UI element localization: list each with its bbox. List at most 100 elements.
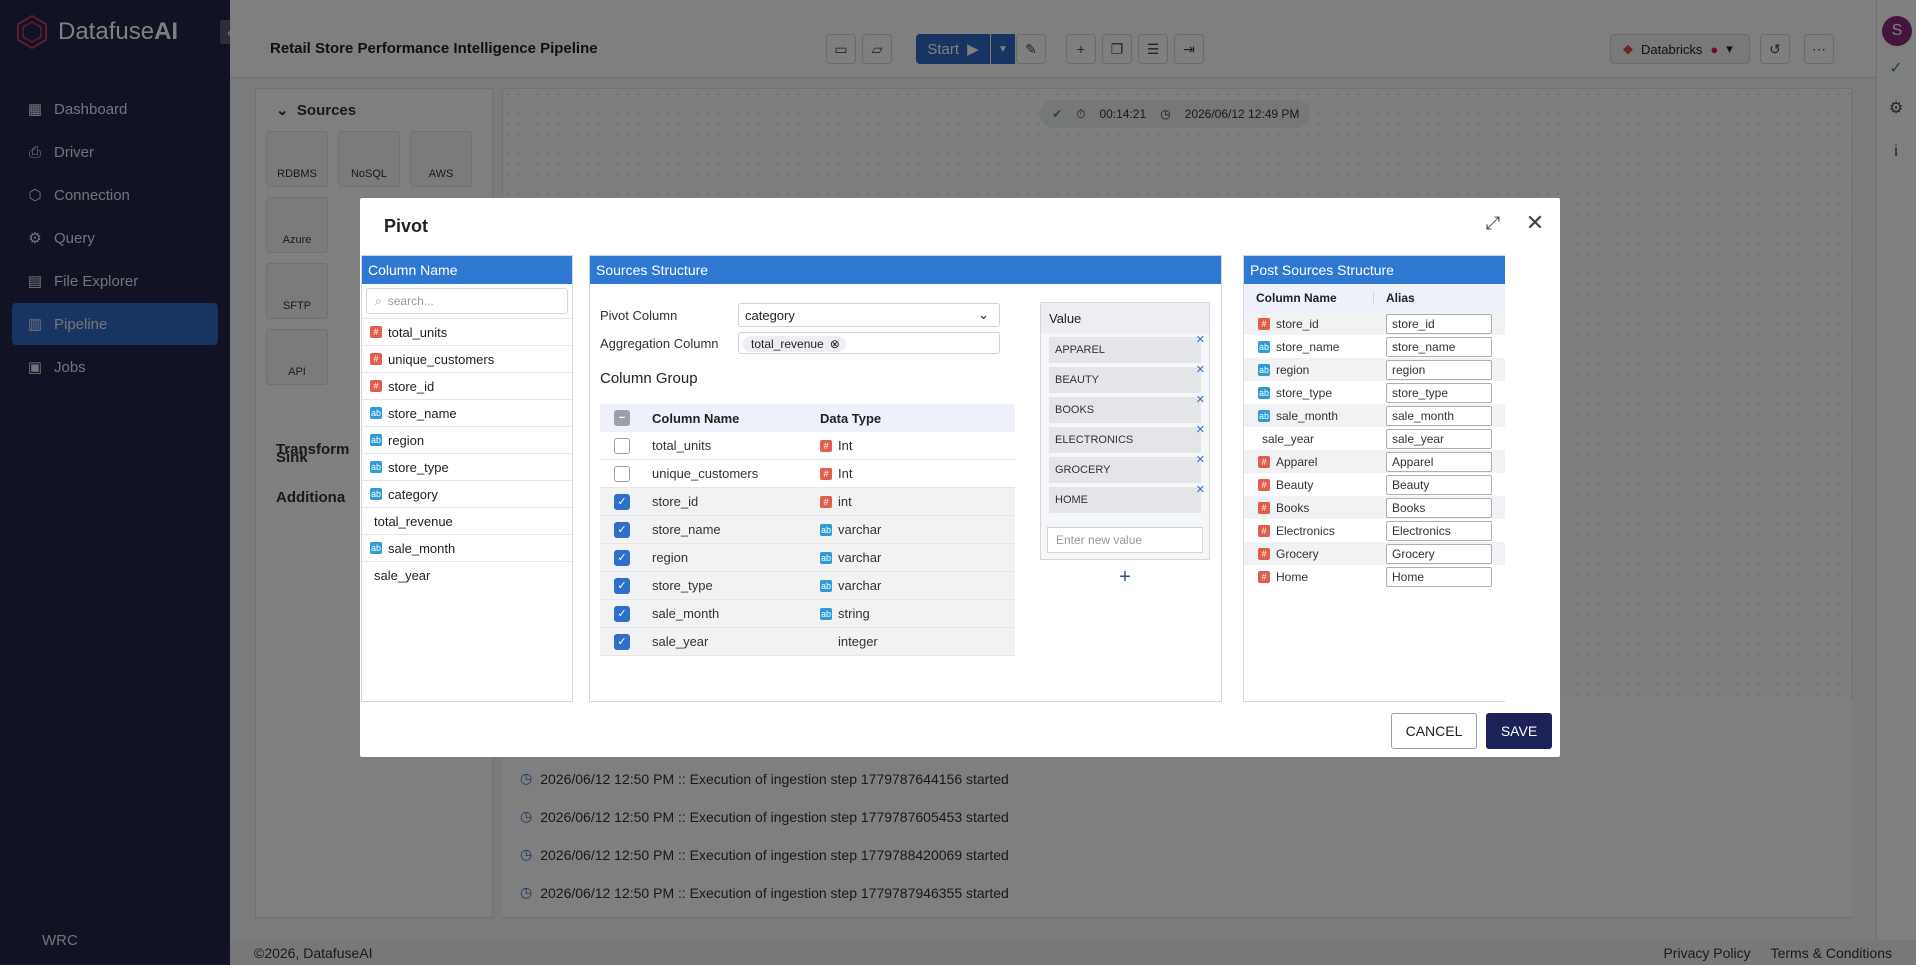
post-column-name: Apparel [1276,454,1318,469]
alias-input[interactable]: Electronics [1386,520,1492,541]
row-checkbox[interactable]: ✓ [614,521,630,538]
pivot-modal: Pivot ⤢ ✕ Column Name ⌕ search... # total_… [360,198,1560,757]
alias-input[interactable]: sale_month [1386,405,1492,426]
column-list-panel: Column Name ⌕ search... # total_units # uniq… [361,255,573,702]
column-name: total_units [388,324,448,340]
checkbox-cell: ✓ [600,493,644,510]
row-checkbox[interactable]: ✓ [614,549,630,566]
alias-input[interactable]: sale_year [1386,428,1492,449]
close-icon[interactable]: ✕ [1524,210,1546,235]
search-input[interactable]: ⌕ search... [366,288,568,314]
string-type-icon: ab [820,579,832,592]
row-checkbox[interactable] [614,437,630,454]
aggregation-chip: total_revenue ⊗ [743,336,846,352]
column-list-item[interactable]: ab category [362,480,572,507]
alias-input[interactable]: Beauty [1386,474,1492,495]
column-name-cell: sale_month [652,606,720,621]
checkbox-cell: ✓ [600,633,644,650]
column-list-item[interactable]: ab store_name [362,399,572,426]
sources-structure-panel: Sources Structure Pivot Column category ⌄… [589,255,1222,702]
aggregation-column-select[interactable]: total_revenue ⊗ [738,332,1000,354]
expand-icon[interactable]: ⤢ [1482,212,1504,234]
alias-input[interactable]: Grocery [1386,543,1492,564]
alias-input[interactable]: region [1386,359,1492,380]
alias-input[interactable]: Home [1386,566,1492,587]
post-structure-row: # Apparel Apparel [1244,450,1505,473]
post-column-name: Beauty [1276,477,1314,492]
post-column-cell: # Grocery [1244,547,1386,561]
post-sources-header: Post Sources Structure [1244,256,1505,284]
column-list-item[interactable]: # total_units [362,318,572,345]
string-type-icon: ab [370,488,382,500]
string-type-icon: ab [370,407,382,419]
alias-input[interactable]: Apparel [1386,451,1492,472]
remove-value-icon[interactable]: ✕ [1196,393,1205,406]
remove-value-icon[interactable]: ✕ [1196,453,1205,466]
remove-value-icon[interactable]: ✕ [1196,423,1205,436]
column-list-item[interactable]: # store_id [362,372,572,399]
column-group-row: ✓ store_id # int [600,488,1015,516]
value-item: HOME ✕ [1049,484,1205,513]
new-value-input[interactable]: Enter new value [1047,527,1203,553]
number-type-icon: # [1258,570,1270,583]
checkbox-cell: ✓ [600,521,644,538]
column-list-item[interactable]: ab region [362,426,572,453]
number-type-icon: # [370,353,382,365]
string-type-icon: ab [1258,386,1270,399]
cancel-button[interactable]: CANCEL [1391,713,1477,749]
remove-value-icon[interactable]: ✕ [1196,363,1205,376]
string-type-icon: ab [820,607,832,620]
column-list-item[interactable]: sale_year [362,561,572,588]
alias-input[interactable]: Books [1386,497,1492,518]
value-text: APPAREL [1055,344,1105,356]
remove-value-icon[interactable]: ✕ [1196,333,1205,346]
search-icon: ⌕ [375,293,382,308]
post-column-name: sale_month [1276,408,1339,423]
column-list-item[interactable]: ab sale_month [362,534,572,561]
chip-remove-icon[interactable]: ⊗ [830,337,840,351]
column-list-item[interactable]: total_revenue [362,507,572,534]
row-checkbox[interactable]: ✓ [614,493,630,510]
column-group-row: ✓ store_name ab varchar [600,516,1015,544]
row-checkbox[interactable]: ✓ [614,577,630,594]
pivot-column-select[interactable]: category ⌄ [738,303,1000,327]
number-type-icon: # [820,467,832,480]
post-sources-structure-panel: Post Sources Structure Column Name Alias… [1243,255,1505,702]
post-column-name: region [1276,362,1310,377]
data-type: int [838,494,852,509]
remove-value-icon[interactable]: ✕ [1196,483,1205,496]
data-type-cell: ab varchar [814,550,1015,565]
column-list-item[interactable]: ab store_type [362,453,572,480]
column-name: region [388,432,425,448]
column-name-cell: store_name [652,522,721,537]
post-column-cell: # Electronics [1244,524,1386,538]
row-checkbox[interactable] [614,465,630,482]
row-checkbox[interactable]: ✓ [614,633,630,650]
column-name-header: Column Name [652,410,740,426]
row-checkbox[interactable]: ✓ [614,605,630,622]
alias-input[interactable]: store_id [1386,313,1492,334]
post-column-name: store_id [1276,316,1319,331]
column-group-row: ✓ sale_month ab string [600,600,1015,628]
add-value-button[interactable]: + [1116,566,1134,588]
save-button[interactable]: SAVE [1486,713,1552,749]
select-all-checkbox[interactable]: − [614,410,630,426]
aggregation-column-label: Aggregation Column [600,336,719,351]
column-name: total_revenue [374,513,453,529]
alias-input[interactable]: store_name [1386,336,1492,357]
post-column-name: store_name [1276,339,1340,354]
post-column-name: Books [1276,500,1310,515]
column-name: sale_month [388,540,456,556]
alias-input[interactable]: store_type [1386,382,1492,403]
column-name: category [388,486,438,502]
column-group-row: ✓ store_type ab varchar [600,572,1015,600]
column-list-header: Column Name [362,256,572,284]
column-list-item[interactable]: # unique_customers [362,345,572,372]
column-group-row: ✓ sale_year integer [600,628,1015,656]
post-column-cell: ab store_type [1244,386,1386,400]
string-type-icon: ab [820,551,832,564]
value-item: BOOKS ✕ [1049,394,1205,423]
string-type-icon: ab [1258,340,1270,353]
value-text: BEAUTY [1055,374,1100,386]
post-column-cell: ab sale_month [1244,409,1386,423]
